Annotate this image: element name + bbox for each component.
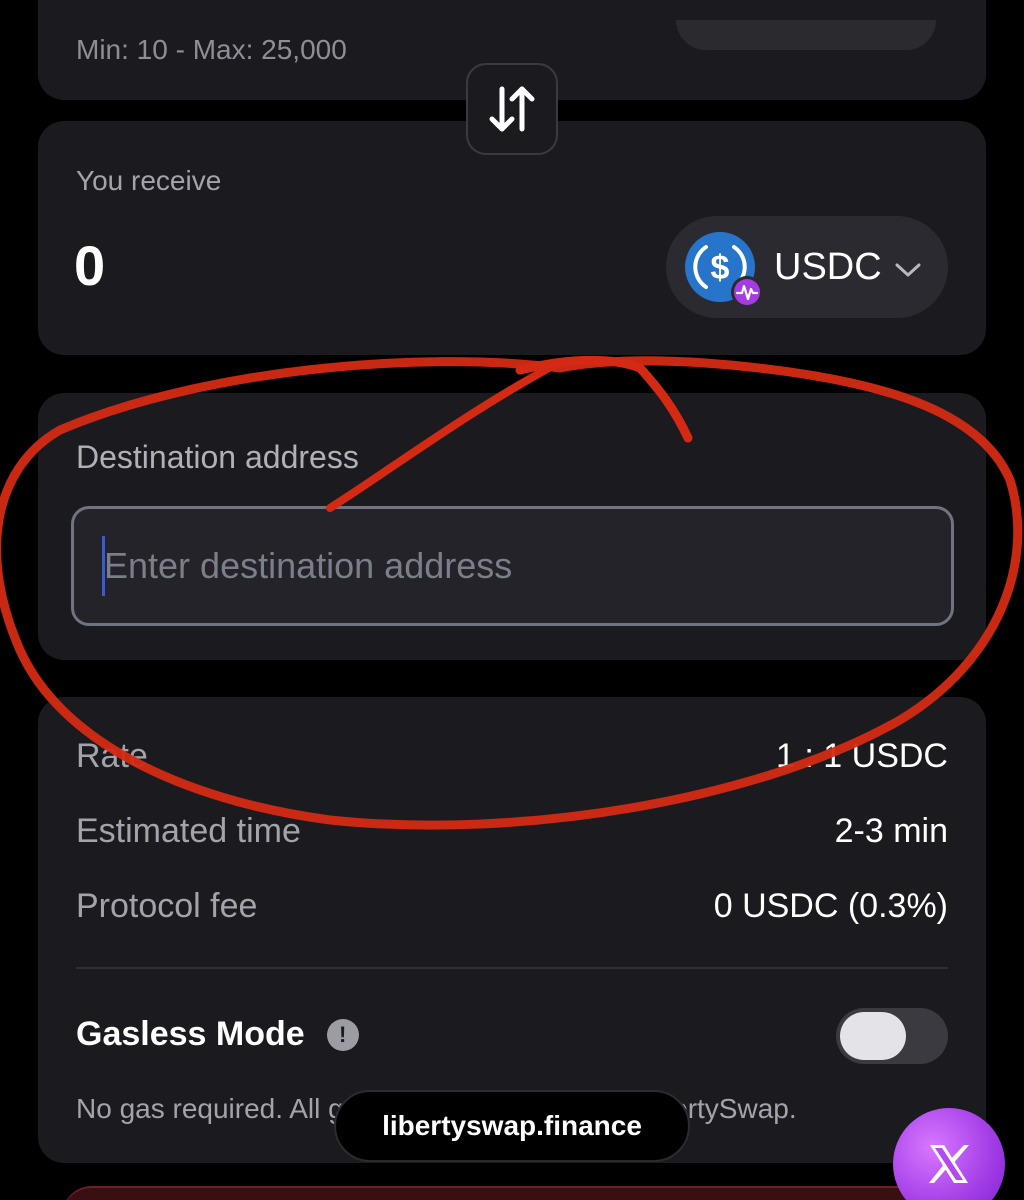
protocol-fee-value: 0 USDC (0.3%)	[713, 887, 948, 925]
estimated-time-value: 2-3 min	[834, 812, 948, 850]
chevron-down-icon	[895, 263, 921, 277]
gasless-mode-toggle[interactable]	[836, 1008, 948, 1064]
receive-token-symbol: USDC	[774, 245, 882, 288]
protocol-fee-label: Protocol fee	[76, 887, 258, 925]
rate-value: 1 : 1 USDC	[776, 737, 948, 775]
toggle-knob	[840, 1012, 906, 1060]
protocol-fee-row: Protocol fee 0 USDC (0.3%)	[76, 887, 948, 926]
receive-card: You receive 0 $ USDC	[38, 121, 986, 355]
usdc-coin-icon: $	[684, 231, 763, 308]
swap-arrows-icon	[489, 86, 535, 132]
primary-action-button[interactable]	[62, 1186, 962, 1200]
min-max-limits: Min: 10 - Max: 25,000	[76, 34, 347, 65]
receive-token-selector[interactable]: $ USDC	[666, 216, 948, 318]
x-logo-icon	[929, 1145, 969, 1183]
rate-label: Rate	[76, 737, 148, 775]
info-icon[interactable]: !	[326, 1018, 359, 1051]
gasless-mode-title: Gasless Mode	[76, 1015, 305, 1053]
destination-address-input[interactable]	[71, 506, 954, 626]
destination-label: Destination address	[76, 439, 359, 475]
destination-card: Destination address	[38, 393, 986, 660]
svg-text:$: $	[711, 249, 730, 287]
rate-row: Rate 1 : 1 USDC	[76, 737, 948, 776]
text-caret	[102, 536, 105, 596]
gasless-mode-header: Gasless Mode !	[76, 1015, 359, 1054]
browser-url-pill[interactable]: libertyswap.finance	[334, 1090, 690, 1162]
receive-amount: 0	[74, 234, 106, 297]
chain-badge-icon	[731, 276, 763, 308]
swap-direction-button[interactable]	[466, 63, 558, 155]
send-token-selector[interactable]	[676, 20, 936, 50]
divider	[76, 967, 948, 969]
estimated-time-row: Estimated time 2-3 min	[76, 812, 948, 851]
receive-label: You receive	[76, 165, 222, 196]
estimated-time-label: Estimated time	[76, 812, 301, 850]
